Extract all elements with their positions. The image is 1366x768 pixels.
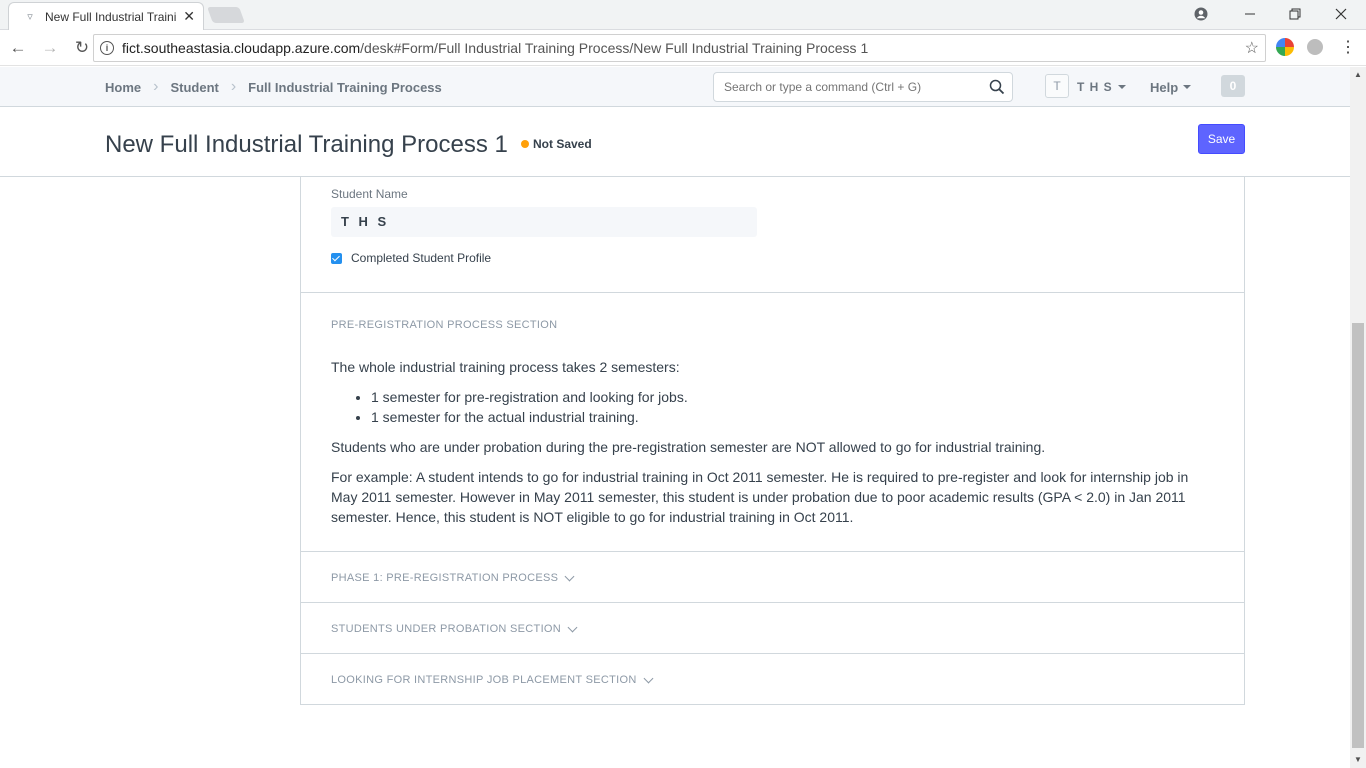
user-name: T H S xyxy=(1077,80,1113,94)
student-section: Student Name T H S Completed Student Pro… xyxy=(301,177,1244,293)
caret-down-icon xyxy=(1183,85,1192,89)
close-window-icon[interactable] xyxy=(1327,0,1355,28)
phase1-heading[interactable]: PHASE 1: PRE-REGISTRATION PROCESS xyxy=(331,571,575,584)
back-arrow-icon[interactable]: ← xyxy=(4,34,32,62)
extension-gear-icon[interactable] xyxy=(1307,39,1323,55)
save-button[interactable]: Save xyxy=(1198,124,1245,154)
address-bar[interactable]: i fict.southeastasia.cloudapp.azure.com/… xyxy=(93,34,1266,62)
caret-down-icon xyxy=(1117,85,1126,89)
site-info-icon[interactable]: i xyxy=(100,41,114,55)
probation-heading[interactable]: STUDENTS UNDER PROBATION SECTION xyxy=(331,622,578,635)
scroll-down-arrow-icon[interactable]: ▼ xyxy=(1350,752,1366,768)
breadcrumb-chevron-icon: › xyxy=(153,78,159,95)
user-menu-dropdown[interactable]: T H S xyxy=(1077,67,1126,107)
app-navbar: Home › Student › Full Industrial Trainin… xyxy=(0,67,1350,107)
browser-tab[interactable]: ▿ New Full Industrial Training Process 1… xyxy=(8,2,204,30)
notification-count-badge[interactable]: 0 xyxy=(1221,75,1245,97)
pre-registration-section: PRE-REGISTRATION PROCESS SECTION The who… xyxy=(301,293,1244,552)
chevron-down-icon xyxy=(567,622,578,632)
breadcrumb-home[interactable]: Home xyxy=(105,80,141,95)
chevron-down-icon xyxy=(564,571,575,581)
example-paragraph: For example: A student intends to go for… xyxy=(331,469,1189,525)
status-badge: Not Saved xyxy=(521,137,592,151)
breadcrumb-student[interactable]: Student xyxy=(170,80,218,95)
help-menu-dropdown[interactable]: Help xyxy=(1150,67,1192,107)
intro-paragraph: The whole industrial training process ta… xyxy=(331,359,680,375)
probation-section[interactable]: STUDENTS UNDER PROBATION SECTION xyxy=(301,603,1244,654)
student-name-field: T H S xyxy=(331,207,757,237)
phase1-heading-text: PHASE 1: PRE-REGISTRATION PROCESS xyxy=(331,572,559,584)
close-tab-icon[interactable]: ✕ xyxy=(183,8,195,25)
frappe-favicon-icon: ▿ xyxy=(27,10,33,23)
list-item: 1 semester for pre-registration and look… xyxy=(371,387,1211,407)
search-input[interactable] xyxy=(724,80,984,94)
scrollbar-thumb[interactable] xyxy=(1352,323,1364,748)
status-text: Not Saved xyxy=(533,137,592,151)
avatar[interactable]: T xyxy=(1045,74,1069,98)
minimize-window-icon[interactable] xyxy=(1236,0,1264,28)
internship-heading[interactable]: LOOKING FOR INTERNSHIP JOB PLACEMENT SEC… xyxy=(331,673,654,686)
completed-profile-checkbox-row[interactable]: Completed Student Profile xyxy=(331,251,491,265)
pre-registration-heading[interactable]: PRE-REGISTRATION PROCESS SECTION xyxy=(331,319,557,331)
probation-paragraph: Students who are under probation during … xyxy=(331,439,1046,455)
browser-tab-strip: ▿ New Full Industrial Training Process 1… xyxy=(0,0,1366,30)
scroll-up-arrow-icon[interactable]: ▲ xyxy=(1350,67,1366,83)
page-title: New Full Industrial Training Process 1 xyxy=(105,131,508,158)
extension-colorful-icon[interactable] xyxy=(1276,38,1294,56)
pre-registration-content: The whole industrial training process ta… xyxy=(331,357,1211,537)
status-dot-icon xyxy=(521,140,529,148)
search-icon[interactable] xyxy=(989,79,1005,95)
breadcrumb-chevron-icon: › xyxy=(230,78,237,95)
address-url: fict.southeastasia.cloudapp.azure.com/de… xyxy=(122,40,868,56)
list-item: 1 semester for the actual industrial tra… xyxy=(371,407,1211,427)
forward-arrow-icon[interactable]: → xyxy=(36,34,64,62)
internship-heading-text: LOOKING FOR INTERNSHIP JOB PLACEMENT SEC… xyxy=(331,674,637,686)
bookmark-star-icon[interactable]: ☆ xyxy=(1245,38,1259,58)
help-label: Help xyxy=(1150,79,1179,95)
chrome-menu-icon[interactable]: ⋮ xyxy=(1340,33,1356,61)
form-layout: Student Name T H S Completed Student Pro… xyxy=(300,177,1245,705)
url-path: /desk#Form/Full Industrial Training Proc… xyxy=(360,40,869,56)
chevron-down-icon xyxy=(643,673,654,683)
new-tab-button[interactable] xyxy=(207,7,245,23)
restore-window-icon[interactable] xyxy=(1281,0,1309,28)
breadcrumb: Home › Student › Full Industrial Trainin… xyxy=(105,67,442,107)
semester-list: 1 semester for pre-registration and look… xyxy=(371,387,1211,427)
completed-profile-checkbox[interactable] xyxy=(331,252,342,264)
browser-toolbar: ← → ↻ i fict.southeastasia.cloudapp.azur… xyxy=(0,30,1366,66)
internship-section[interactable]: LOOKING FOR INTERNSHIP JOB PLACEMENT SEC… xyxy=(301,654,1244,705)
reload-icon[interactable]: ↻ xyxy=(68,34,96,62)
completed-profile-label: Completed Student Profile xyxy=(351,251,492,265)
page-head: New Full Industrial Training Process 1 N… xyxy=(0,107,1350,177)
profile-icon[interactable] xyxy=(1186,0,1216,28)
browser-tab-title: New Full Industrial Training Process 1 xyxy=(45,9,177,24)
breadcrumb-full-industrial-training-process[interactable]: Full Industrial Training Process xyxy=(248,80,442,95)
url-host: fict.southeastasia.cloudapp.azure.com xyxy=(122,40,361,56)
student-name-label: Student Name xyxy=(331,187,408,201)
phase1-section[interactable]: PHASE 1: PRE-REGISTRATION PROCESS xyxy=(301,552,1244,603)
probation-heading-text: STUDENTS UNDER PROBATION SECTION xyxy=(331,623,562,635)
awesome-bar xyxy=(713,72,1013,102)
